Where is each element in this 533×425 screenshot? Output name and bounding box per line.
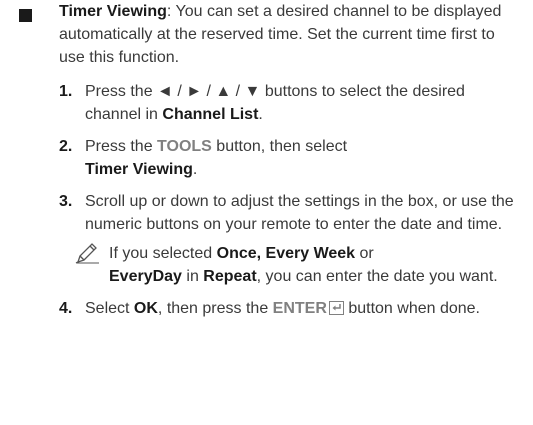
step-text-end: . [258,106,263,123]
step-2: 2. Press the TOOLS button, then select T… [59,135,519,181]
channel-list-term: Channel List [162,106,259,123]
step-number: 4. [59,300,73,317]
step-4: 4. Select OK, then press the ENTER butto… [59,297,519,320]
note-text-mid: or [355,245,374,262]
intro-term: Timer Viewing [59,3,167,20]
tools-key-label: TOOLS [157,138,212,155]
step-1: 1. Press the ◄ / ► / ▲ / ▼ buttons to se… [59,80,519,126]
step-text-mid: button, then select [211,138,348,155]
note-text-end: , you can enter the date you want. [256,268,498,285]
step-text: Scroll up or down to adjust the settings… [85,193,514,233]
timer-viewing-term: Timer Viewing [85,161,193,178]
intro-paragraph: Timer Viewing: You can set a desired cha… [59,0,509,69]
note-block: If you selected Once, Every Week or Ever… [53,242,519,288]
step-number: 1. [59,83,73,100]
ok-term: OK [133,300,158,317]
step-3: 3. Scroll up or down to adjust the setti… [59,190,519,236]
step-text: Press the ◄ / ► / ▲ / ▼ buttons to selec… [85,83,465,123]
note-text: If you selected [109,245,217,262]
step-text: Press the [85,138,158,155]
step-text-mid: , then press the [157,300,273,317]
square-bullet-icon [19,9,32,22]
enter-key-icon [328,301,344,315]
step-text: Select [85,300,134,317]
step-number: 2. [59,138,73,155]
everyday-term: EveryDay [109,268,182,285]
steps-list: 1. Press the ◄ / ► / ▲ / ▼ buttons to se… [59,80,519,329]
repeat-term: Repeat [203,268,257,285]
pencil-note-icon [75,243,99,264]
step-number: 3. [59,193,73,210]
step-text-end: . [192,161,198,178]
note-text-mid: in [181,268,204,285]
step-text-end: button when done. [343,300,480,317]
once-every-week-term: Once, Every Week [216,245,356,262]
enter-key-label: ENTER [272,300,327,317]
